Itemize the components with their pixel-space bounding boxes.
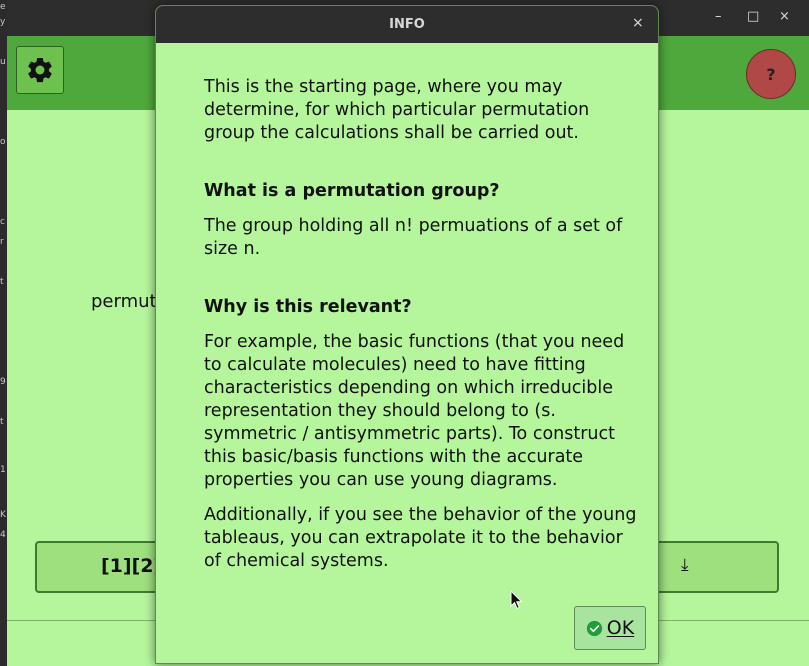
maximize-button[interactable]: □ [747,9,759,25]
info-dialog: INFO × This is the starting page, where … [155,5,659,664]
additional-text: Additionally, if you see the behavior of… [204,505,637,571]
tableau-button-label[interactable]: [1][2] [101,555,162,577]
help-button[interactable]: ? [746,49,796,99]
background-terminal-strip: e y u o c r t 9 t 1 K 4 [0,0,7,666]
minimize-button[interactable]: – [715,9,722,25]
heading-permutation-group: What is a permutation group? [204,181,500,201]
ok-label: OK [606,617,635,639]
dialog-title: INFO [389,17,425,32]
terminal-glyph: t [0,417,4,427]
terminal-glyph: 1 [0,465,6,475]
dialog-close-button[interactable]: × [632,15,644,31]
ok-button[interactable]: OK [574,606,646,650]
terminal-glyph: 9 [0,377,6,387]
heading-relevance: Why is this relevant? [204,297,412,317]
check-circle-icon [586,620,602,636]
answer-relevance: For example, the basic functions (that y… [204,332,625,490]
answer-permutation-group: The group holding all n! permuations of … [204,216,623,259]
download-arrow-icon[interactable]: ⤓ [681,555,689,575]
terminal-glyph: t [0,277,4,287]
terminal-glyph: e [0,2,6,12]
terminal-glyph: K [0,510,6,520]
terminal-glyph: 4 [0,530,6,540]
gear-icon [28,57,52,83]
terminal-glyph: u [0,57,6,67]
terminal-glyph: c [0,217,5,227]
dialog-titlebar: INFO × [156,6,658,43]
permutation-label: permut [91,291,157,312]
intro-text: This is the starting page, where you may… [204,77,590,143]
window-close-button[interactable]: × [779,9,790,25]
terminal-glyph: o [0,137,6,147]
terminal-glyph: y [0,17,6,27]
mouse-cursor-icon [510,590,523,610]
settings-button[interactable] [16,46,64,94]
terminal-glyph: r [0,237,4,247]
